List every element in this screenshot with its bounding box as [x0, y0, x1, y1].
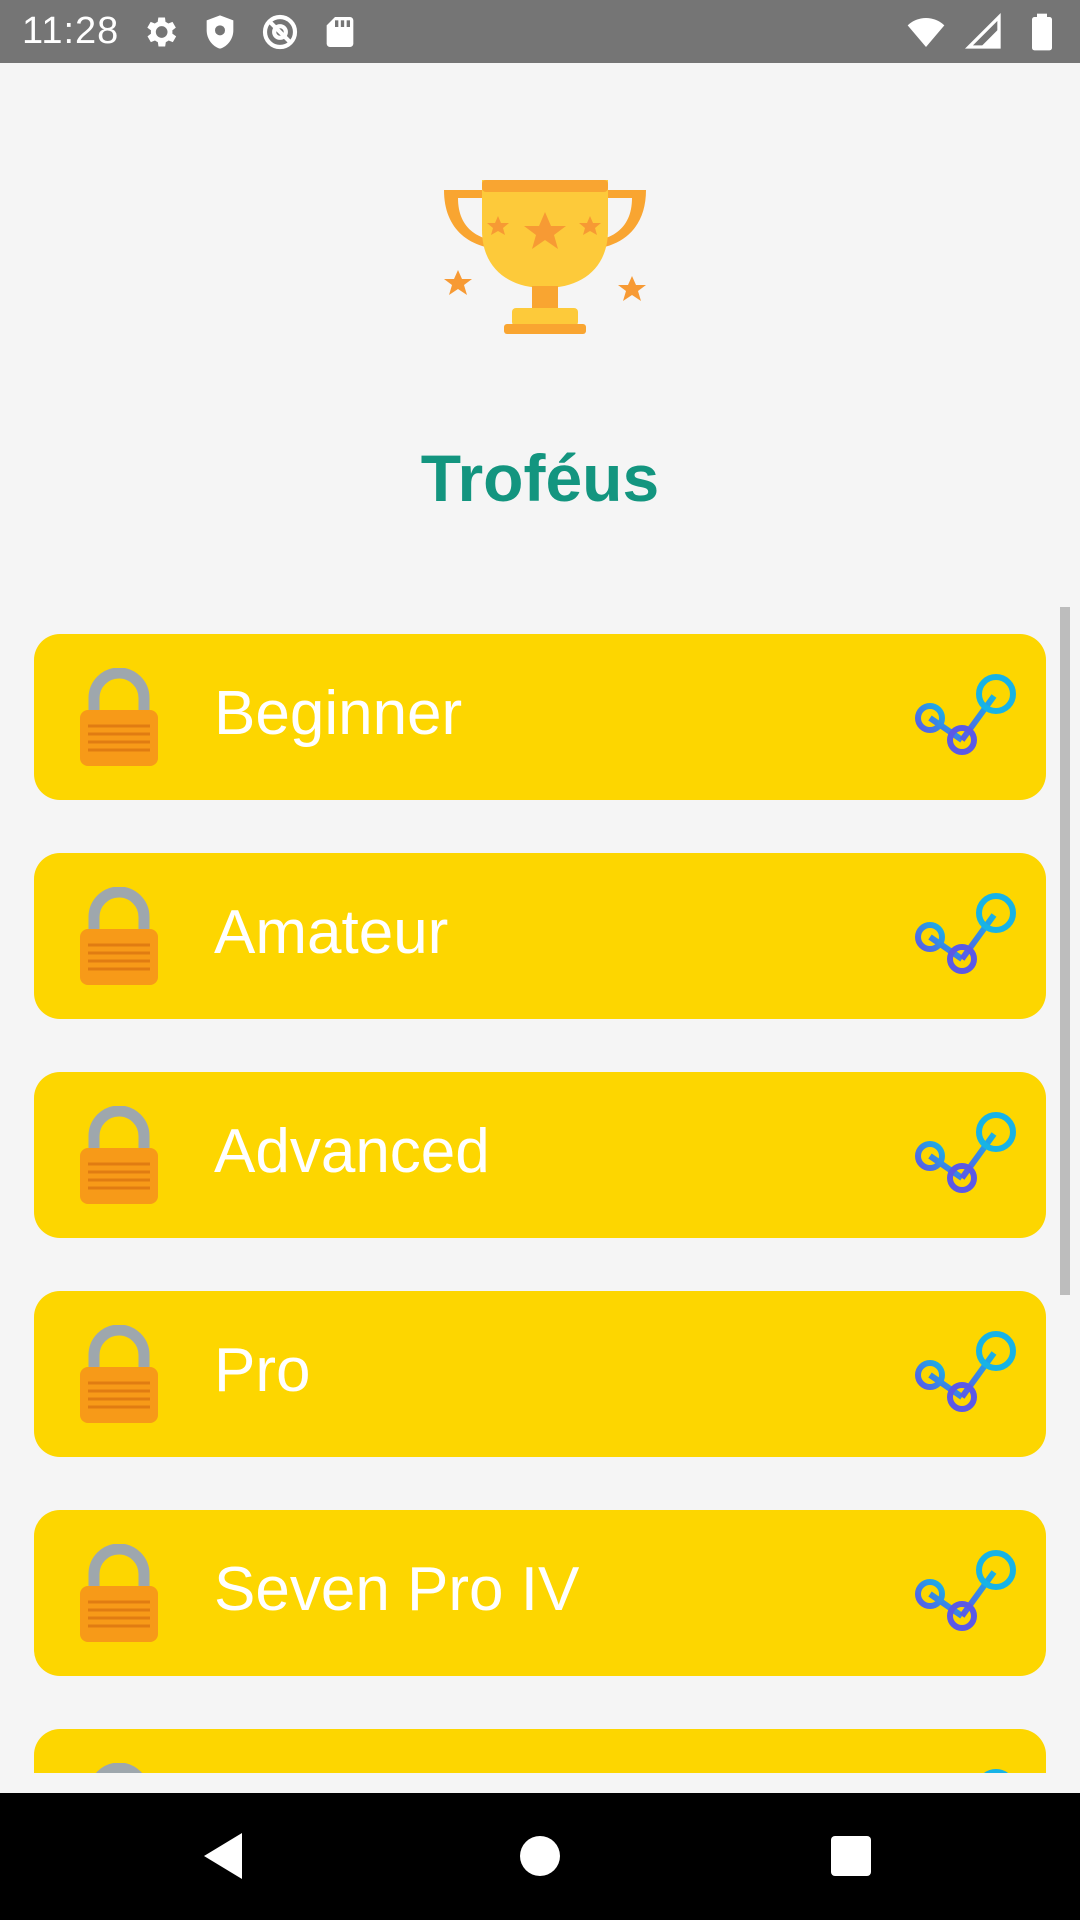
scrollbar[interactable]: [1060, 607, 1070, 1295]
share-icon[interactable]: [910, 1110, 1020, 1196]
back-icon[interactable]: [190, 1823, 256, 1889]
status-time: 11:28: [22, 10, 120, 52]
home-icon[interactable]: [507, 1823, 573, 1889]
sd-card-icon: [326, 17, 354, 47]
trophy-icon: [444, 180, 646, 334]
share-icon[interactable]: [910, 1548, 1020, 1634]
share-icon[interactable]: [910, 1329, 1020, 1415]
trophy-label: Beginner: [214, 679, 463, 748]
lock-icon: [80, 1544, 158, 1642]
signal-icon: [964, 12, 1001, 49]
trophy-card-4[interactable]: Pro: [34, 1291, 1046, 1457]
settings-icon: [147, 17, 177, 47]
navigation-bar: [0, 1793, 1080, 1920]
battery-icon: [1032, 13, 1052, 51]
trophy-list[interactable]: Beginner Amateur Advanced Pro Seven Pro …: [0, 610, 1080, 1773]
status-icons-right: [906, 12, 1062, 52]
trophy-card-1[interactable]: Beginner: [34, 634, 1046, 800]
page-title: Troféus: [420, 441, 660, 515]
status-bar: 11:28: [0, 0, 1080, 63]
wifi-icon: [907, 18, 945, 47]
trophy-label: Pro: [214, 1336, 311, 1405]
share-icon[interactable]: [910, 891, 1020, 977]
lock-icon: [80, 1106, 158, 1204]
trophy-label: Amateur: [214, 898, 449, 967]
trophy-label: Seven Pro IV: [214, 1555, 580, 1624]
status-icons-left: [140, 12, 360, 52]
recents-icon[interactable]: [818, 1823, 884, 1889]
lock-icon: [80, 668, 158, 766]
trophy-label: Advanced: [214, 1117, 490, 1186]
trophy-card-2[interactable]: Amateur: [34, 853, 1046, 1019]
lock-icon: [80, 887, 158, 985]
share-icon[interactable]: [910, 672, 1020, 758]
shield-icon: [206, 15, 234, 49]
trophy-card-3[interactable]: Advanced: [34, 1072, 1046, 1238]
trophy-card-5[interactable]: Seven Pro IV: [34, 1510, 1046, 1676]
lock-icon: [80, 1325, 158, 1423]
trophy-card-6[interactable]: [34, 1729, 1046, 1773]
lock-icon: [96, 1763, 142, 1773]
at-sign-icon: [262, 14, 298, 50]
share-icon[interactable]: [910, 1767, 1020, 1773]
